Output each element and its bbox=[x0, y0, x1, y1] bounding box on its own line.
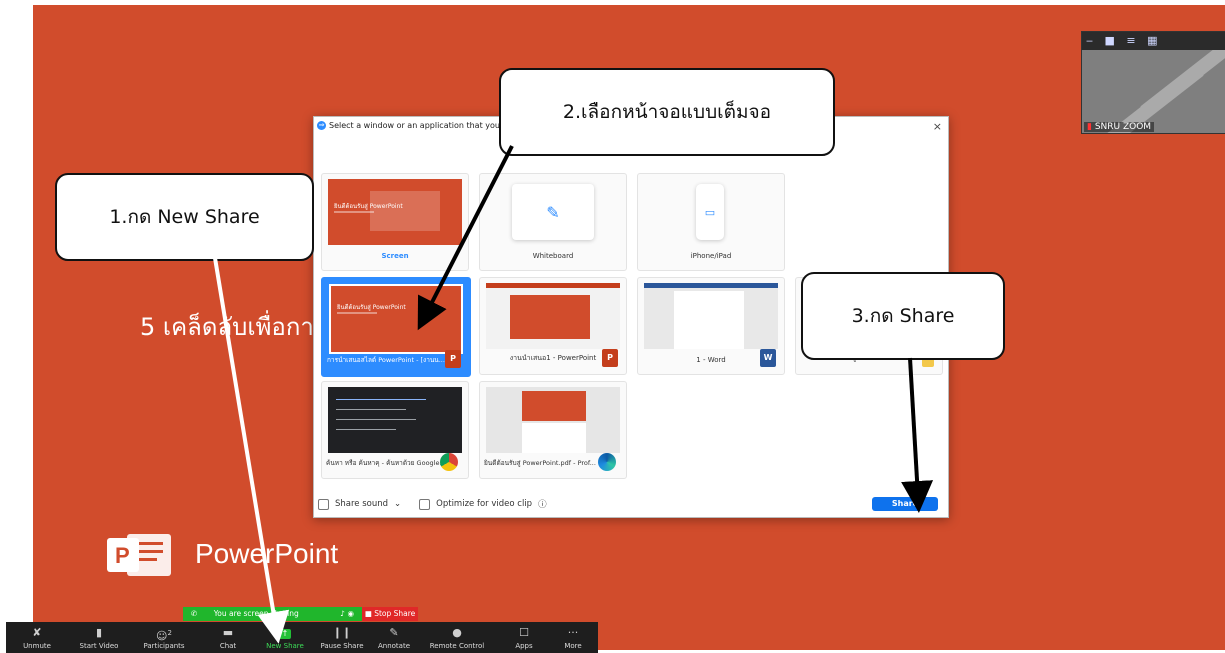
arrow-share bbox=[901, 357, 934, 513]
arrow-new-share bbox=[213, 257, 290, 644]
arrow-select-screen bbox=[417, 145, 514, 331]
arrow-overlay bbox=[213, 145, 934, 644]
